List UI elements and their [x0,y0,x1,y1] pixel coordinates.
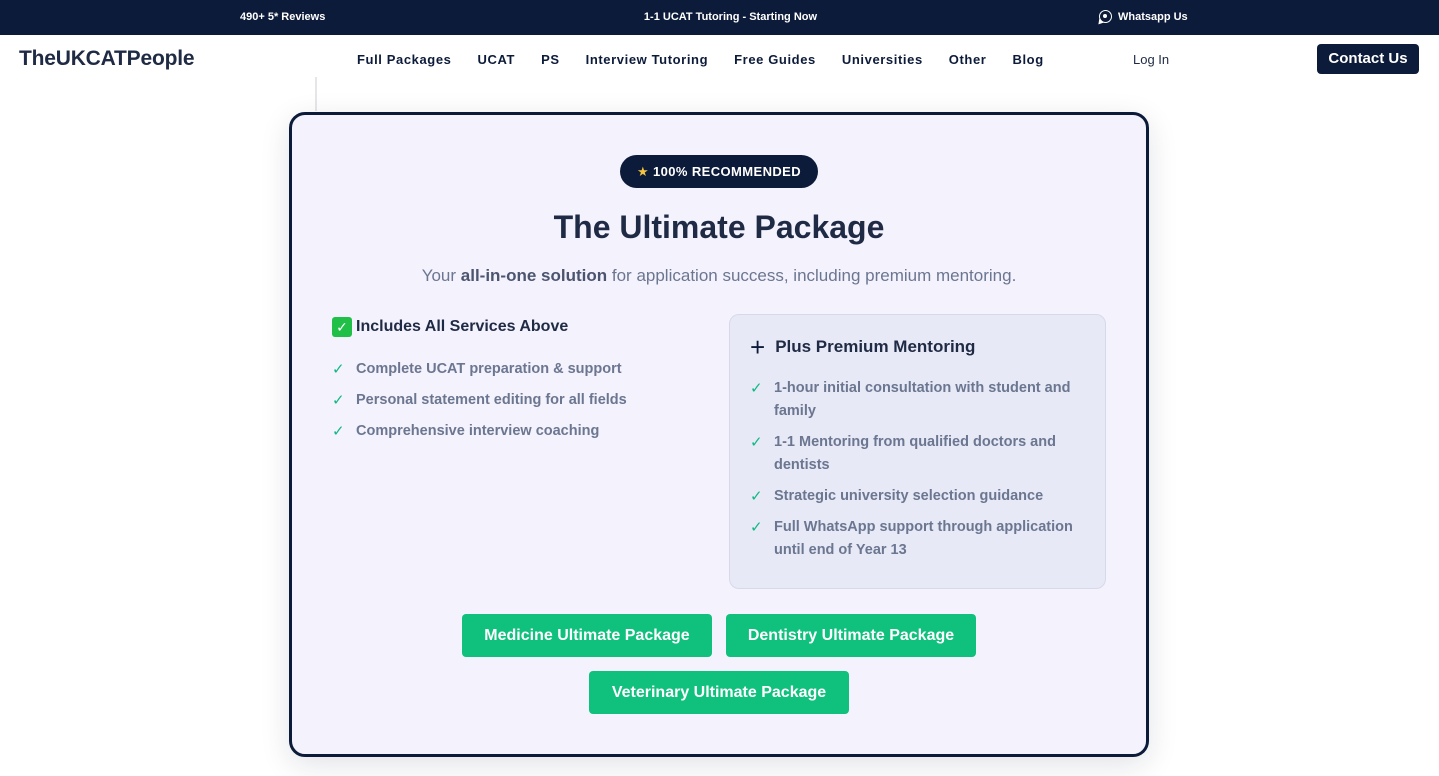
nav-item-ps[interactable]: PS [541,52,560,67]
premium-mentoring-box: + Plus Premium Mentoring ✓ 1-hour initial… [729,314,1106,589]
medicine-package-button[interactable]: Medicine Ultimate Package [462,614,712,657]
nav-item-other[interactable]: Other [949,52,987,67]
whatsapp-label: Whatsapp Us [1118,10,1188,23]
mentoring-heading-label: Plus Premium Mentoring [775,337,976,356]
included-services: ✓ Includes All Services Above ✓ Complete … [332,317,712,451]
divider-line [315,77,317,111]
included-heading-label: Includes All Services Above [356,318,569,335]
recommended-badge: ★ 100% RECOMMENDED [620,155,818,188]
list-item-text: Strategic university selection guidance [774,488,1044,504]
check-icon: ✓ [750,380,763,397]
nav-item-universities[interactable]: Universities [842,52,923,67]
promo-text: 1-1 UCAT Tutoring - Starting Now [643,11,818,23]
included-list: ✓ Complete UCAT preparation & support ✓ Pe… [332,358,712,443]
check-icon: ✓ [750,519,763,536]
nav-item-free-guides[interactable]: Free Guides [734,52,816,67]
ultimate-package-card: ★ 100% RECOMMENDED The Ultimate Package Y… [289,112,1149,757]
list-item-text: 1-hour initial consultation with student… [774,380,1071,419]
list-item-text: Comprehensive interview coaching [356,423,600,439]
list-item-text: Complete UCAT preparation & support [356,361,622,377]
subtitle-prefix: Your [421,266,461,285]
whatsapp-icon [1099,10,1112,23]
package-title: The Ultimate Package [553,209,885,245]
subtitle-suffix: for application success, including premi… [607,266,1017,285]
dentistry-package-button[interactable]: Dentistry Ultimate Package [726,614,976,657]
nav-item-full-packages[interactable]: Full Packages [357,52,452,67]
contact-button[interactable]: Contact Us [1317,44,1419,74]
plus-icon: + [750,332,766,362]
list-item-text: Full WhatsApp support through applicatio… [774,519,1073,558]
site-logo[interactable]: TheUKCATPeople [19,47,195,71]
mentoring-heading: + Plus Premium Mentoring [750,332,976,362]
subtitle-bold: all-in-one solution [460,266,608,285]
main-nav: TheUKCATPeople Full Packages UCAT PS Int… [0,35,1439,85]
nav-menu: Full Packages UCAT PS Interview Tutoring… [357,52,1070,67]
star-icon: ★ [636,164,650,179]
whatsapp-link[interactable]: Whatsapp Us [1099,10,1188,23]
list-item: ✓ Personal statement editing for all fiel… [332,389,712,412]
list-item: ✓ Full WhatsApp support through applicati… [750,516,1090,562]
package-subtitle: Your all-in-one solution for application… [292,266,1146,286]
list-item: ✓ Comprehensive interview coaching [332,420,712,443]
check-icon: ✓ [750,434,763,451]
check-mark-icon: ✓ [332,317,352,337]
check-icon: ✓ [332,392,345,409]
badge-label: 100% RECOMMENDED [653,164,802,179]
mentoring-list: ✓ 1-hour initial consultation with studen… [750,377,1090,570]
included-heading: ✓ Includes All Services Above [332,317,712,337]
list-item: ✓ Complete UCAT preparation & support [332,358,712,381]
veterinary-package-button[interactable]: Veterinary Ultimate Package [589,671,849,714]
check-icon: ✓ [750,488,763,505]
nav-item-ucat[interactable]: UCAT [478,52,516,67]
list-item: ✓ 1-1 Mentoring from qualified doctors an… [750,431,1090,477]
login-link[interactable]: Log In [1133,52,1169,67]
list-item-text: 1-1 Mentoring from qualified doctors and… [774,434,1056,473]
check-icon: ✓ [332,361,345,378]
list-item: ✓ Strategic university selection guidance [750,485,1090,508]
check-icon: ✓ [332,423,345,440]
list-item-text: Personal statement editing for all field… [356,392,627,408]
list-item: ✓ 1-hour initial consultation with studen… [750,377,1090,423]
nav-item-blog[interactable]: Blog [1012,52,1043,67]
announcement-bar: 490+ 5* Reviews 1-1 UCAT Tutoring - Star… [0,0,1439,35]
nav-item-interview-tutoring[interactable]: Interview Tutoring [586,52,709,67]
